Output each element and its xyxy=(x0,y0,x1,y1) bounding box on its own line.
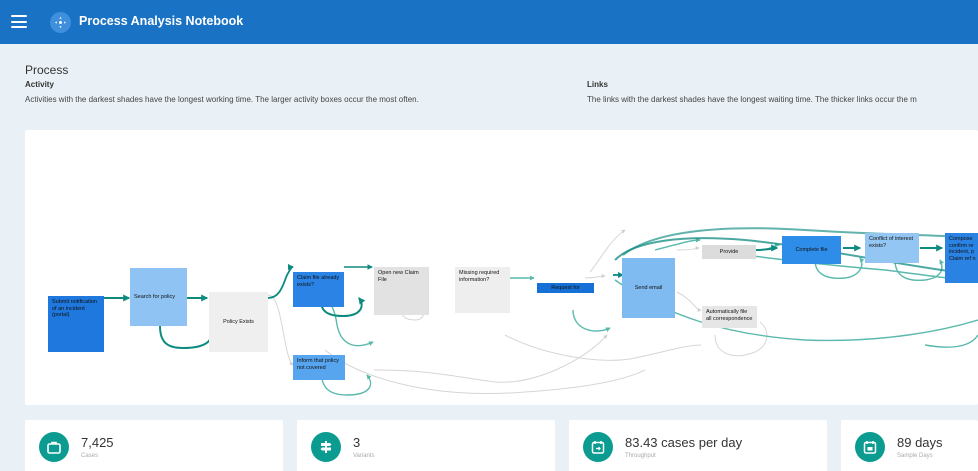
activity-legend: Activity Activities with the darkest sha… xyxy=(25,80,419,104)
stat-value: 3 xyxy=(353,435,361,450)
activity-claim-file-exists[interactable]: Claim file already exists? xyxy=(293,272,344,307)
stat-label: Variants xyxy=(353,453,375,459)
activity-auto-file-correspondence[interactable]: Automatically file all correspondence xyxy=(702,306,757,328)
app-logo-icon xyxy=(50,12,71,33)
stat-card-sample-days: 89 days Sample Days xyxy=(841,420,978,471)
briefcase-icon xyxy=(39,432,69,462)
activity-search-policy[interactable]: Search for policy xyxy=(130,268,187,326)
links-description: The links with the darkest shades have t… xyxy=(587,95,917,104)
activity-compose-confirmation[interactable]: Compose confirm re incident, p Claim ref… xyxy=(945,233,978,283)
links-heading: Links xyxy=(587,80,608,89)
stat-card-cases: 7,425 Cases xyxy=(25,420,283,471)
process-map[interactable]: Submit notification of an incident (port… xyxy=(25,130,978,405)
calendar-icon xyxy=(855,432,885,462)
activity-complete-file[interactable]: Complete file xyxy=(782,236,841,264)
activity-policy-exists[interactable]: Policy Exists xyxy=(209,292,268,352)
activity-heading: Activity xyxy=(25,80,54,89)
links-legend: Links The links with the darkest shades … xyxy=(587,80,917,104)
activity-description: Activities with the darkest shades have … xyxy=(25,95,419,104)
stat-label: Cases xyxy=(81,453,99,459)
app-header: Process Analysis Notebook xyxy=(0,0,978,44)
stat-value: 83.43 cases per day xyxy=(625,435,743,450)
page-title: Process xyxy=(25,63,69,77)
activity-inform-not-covered[interactable]: Inform that policy not covered xyxy=(293,355,345,380)
stat-card-variants: 3 Variants xyxy=(297,420,555,471)
stat-value: 7,425 xyxy=(81,435,114,450)
stat-label: Sample Days xyxy=(897,453,933,459)
stat-card-throughput: 83.43 cases per day Throughput xyxy=(569,420,827,471)
activity-missing-information[interactable]: Missing required information? xyxy=(455,267,510,313)
activity-conflict-of-interest[interactable]: Conflict of interest exists? xyxy=(865,233,919,263)
calendar-arrow-icon xyxy=(583,432,613,462)
stat-label: Throughput xyxy=(625,453,656,459)
activity-request-for[interactable]: Request for xyxy=(537,283,594,293)
menu-icon[interactable] xyxy=(11,15,27,28)
activity-send-email[interactable]: Send email xyxy=(622,258,675,318)
activity-provide[interactable]: Provide xyxy=(702,245,756,259)
activity-submit-notification[interactable]: Submit notification of an incident (port… xyxy=(48,296,104,352)
signpost-icon xyxy=(311,432,341,462)
app-title: Process Analysis Notebook xyxy=(79,14,244,28)
activity-open-new-claim[interactable]: Open new Claim File xyxy=(374,267,429,315)
stat-value: 89 days xyxy=(897,435,943,450)
